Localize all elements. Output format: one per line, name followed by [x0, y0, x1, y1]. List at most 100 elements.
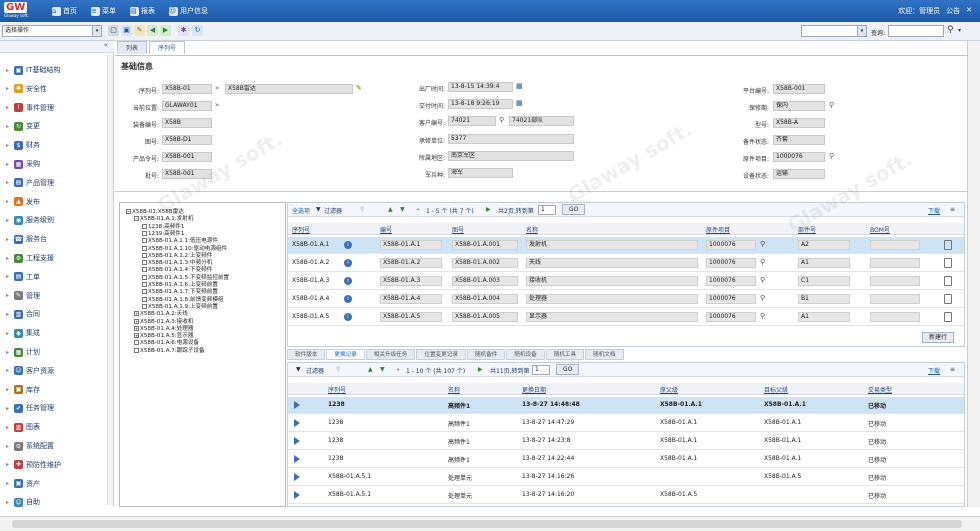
tree-expander[interactable]: +	[134, 318, 139, 324]
expand-row-icon[interactable]	[294, 473, 300, 481]
column-header[interactable]: 更换日期	[522, 385, 546, 394]
expand-row-icon[interactable]	[294, 401, 300, 409]
platform-field[interactable]: X58B-001	[773, 84, 825, 94]
next-page-icon[interactable]: ▶	[478, 366, 483, 373]
search-icon[interactable]: ⚲	[760, 294, 765, 302]
page-horizontal-scrollbar[interactable]	[0, 516, 980, 531]
sidebar-item[interactable]: ▸ ▣ 资产	[6, 477, 40, 491]
sidebar-item[interactable]: ▸ ☎ 服务台	[6, 232, 47, 246]
info-icon[interactable]: i	[344, 313, 352, 321]
select-all-link[interactable]: 全选项	[292, 206, 310, 215]
calendar-icon[interactable]: ▦	[516, 99, 523, 107]
table-row[interactable]: 1238 高频件1 13-8-27 14:47:29 X58B-01.A.1 X58B-…	[288, 415, 964, 432]
search-input[interactable]	[888, 25, 944, 37]
info-icon[interactable]: i	[344, 277, 352, 285]
device-field[interactable]: X58B	[162, 118, 212, 128]
cell-value[interactable]: X58B-01.A.3	[380, 276, 442, 286]
related-tab[interactable]: 更换记录	[326, 349, 365, 360]
go-button[interactable]: GO	[556, 364, 580, 375]
arrow-left-icon[interactable]: ◀	[147, 25, 158, 36]
search-icon[interactable]: ⚲	[760, 240, 765, 248]
expand-row-icon[interactable]	[294, 437, 300, 445]
tree-expander[interactable]: −	[126, 209, 131, 214]
topnav-item[interactable]: ▤ 报表	[130, 6, 155, 16]
find-icon[interactable]: ⚲	[336, 366, 340, 373]
product-field[interactable]: X58B-001	[162, 152, 212, 162]
cell-value[interactable]	[870, 240, 920, 250]
tab-serial-number[interactable]: 序列号	[149, 41, 186, 54]
area-field[interactable]: 南京军区	[448, 151, 574, 161]
related-tab[interactable]: 随机设备	[506, 349, 545, 360]
table-row[interactable]: X58B-01.A.2 i X58B-01.A.2 X58B-01.A.002 天线 10…	[288, 255, 964, 272]
filter-icon[interactable]: ▼	[316, 206, 321, 213]
double-chevron-icon[interactable]: »	[215, 84, 219, 92]
cell-value[interactable]: A2	[798, 240, 850, 250]
sidebar-item[interactable]: ▸ ◆ 集成	[6, 326, 40, 340]
serial-field[interactable]: X58B-01	[162, 84, 212, 94]
related-tab[interactable]: 软件版本	[287, 349, 326, 360]
cell-value[interactable]: A1	[798, 258, 850, 268]
info-icon[interactable]: i	[344, 241, 352, 249]
table-row[interactable]: X58B-01.A.1 i X58B-01.A.1 X58B-01.A.001 发射机 1…	[288, 237, 964, 254]
cell-value[interactable]	[870, 276, 920, 286]
related-tab[interactable]: 位置变更记录	[416, 349, 466, 360]
cell-value[interactable]: 1000076	[706, 240, 756, 250]
arrow-up-icon[interactable]: ▲	[368, 366, 373, 373]
double-chevron-icon[interactable]: »	[215, 101, 219, 109]
serial-description-field[interactable]: X58B雷达	[225, 84, 353, 94]
cell-value[interactable]: B1	[798, 294, 850, 304]
repair-unit-field[interactable]: 5377	[448, 134, 574, 144]
sidebar-item[interactable]: ▸ ▲ 发布	[6, 195, 40, 209]
filter-link[interactable]: 过滤器	[324, 206, 342, 215]
cell-value[interactable]	[870, 312, 920, 322]
cell-value[interactable]	[870, 258, 920, 268]
filter-icon[interactable]: ▼	[296, 366, 301, 373]
related-tab[interactable]: 随机备件	[466, 349, 506, 360]
tree-expander[interactable]: +	[134, 333, 139, 339]
topnav-item[interactable]: ☺ 用户信息	[169, 6, 208, 16]
column-header[interactable]: 名称	[526, 225, 538, 234]
trash-icon[interactable]	[944, 276, 952, 286]
location-field[interactable]: GLAWAY01	[162, 101, 212, 111]
page-vertical-scrollbar[interactable]	[967, 41, 980, 507]
find-icon[interactable]: ⚲	[360, 206, 364, 213]
close-icon[interactable]: ✕	[966, 6, 972, 16]
cell-value[interactable]: 1000076	[706, 276, 756, 286]
sidebar-item[interactable]: ▸ ⚙ 系统配置	[6, 439, 54, 453]
tab-list[interactable]: 列表	[117, 41, 148, 54]
cell-value[interactable]: X58B-01.A.1	[380, 240, 442, 250]
cell-value[interactable]: 天线	[526, 258, 698, 268]
column-header[interactable]: BOM号	[870, 225, 890, 234]
info-icon[interactable]: i	[344, 259, 352, 267]
search-icon[interactable]: ⚲	[760, 258, 765, 266]
sidebar-item[interactable]: ▸ ▤ 产品管理	[6, 176, 54, 190]
search-icon[interactable]: ⚲	[829, 152, 834, 160]
tree-expander[interactable]: +	[134, 311, 139, 317]
cell-value[interactable]: X58B-01.A.4	[380, 294, 442, 304]
arrow-down-icon[interactable]: ▼	[400, 206, 405, 213]
download-link[interactable]: 下载	[928, 206, 940, 215]
sidebar-item[interactable]: ▸ ▤ 工单	[6, 270, 40, 284]
related-tab[interactable]: 相关升级任务	[365, 349, 416, 360]
related-tab[interactable]: 随机工具	[545, 349, 585, 360]
go-button[interactable]: GO	[562, 204, 586, 215]
filter-link[interactable]: 过滤器	[306, 366, 324, 375]
customer-field[interactable]: 74021	[448, 116, 496, 126]
calendar-icon[interactable]: ▦	[516, 82, 523, 90]
column-header[interactable]: 序列号	[292, 225, 310, 234]
sidebar-scrollbar[interactable]	[107, 55, 113, 505]
table-row[interactable]: X58B-01.A.4 i X58B-01.A.4 X58B-01.A.004 处理器 1…	[288, 291, 964, 308]
sidebar-item[interactable]: ▸ ▥ 图表	[6, 420, 40, 434]
sidebar-item[interactable]: ▸! 事件管理	[6, 101, 54, 115]
expand-row-icon[interactable]	[294, 455, 300, 463]
cell-value[interactable]: C1	[798, 276, 850, 286]
sidebar-item[interactable]: ▸ ✔ 任务管理	[6, 401, 54, 415]
table-row[interactable]: X58B-01.A.3 i X58B-01.A.3 X58B-01.A.003 接收机 1…	[288, 273, 964, 290]
arrow-up-icon[interactable]: ▲	[388, 206, 393, 213]
trash-icon[interactable]	[944, 240, 952, 250]
sidebar-item[interactable]: ▸ ▦ 计划	[6, 345, 40, 359]
sidebar-item[interactable]: ▸ ▦ 采购	[6, 157, 40, 171]
workflow-icon[interactable]: ✱	[178, 25, 189, 36]
column-header[interactable]: 部件号	[798, 225, 816, 234]
sidebar-item[interactable]: ▸ ✱ 安全性	[6, 82, 47, 96]
